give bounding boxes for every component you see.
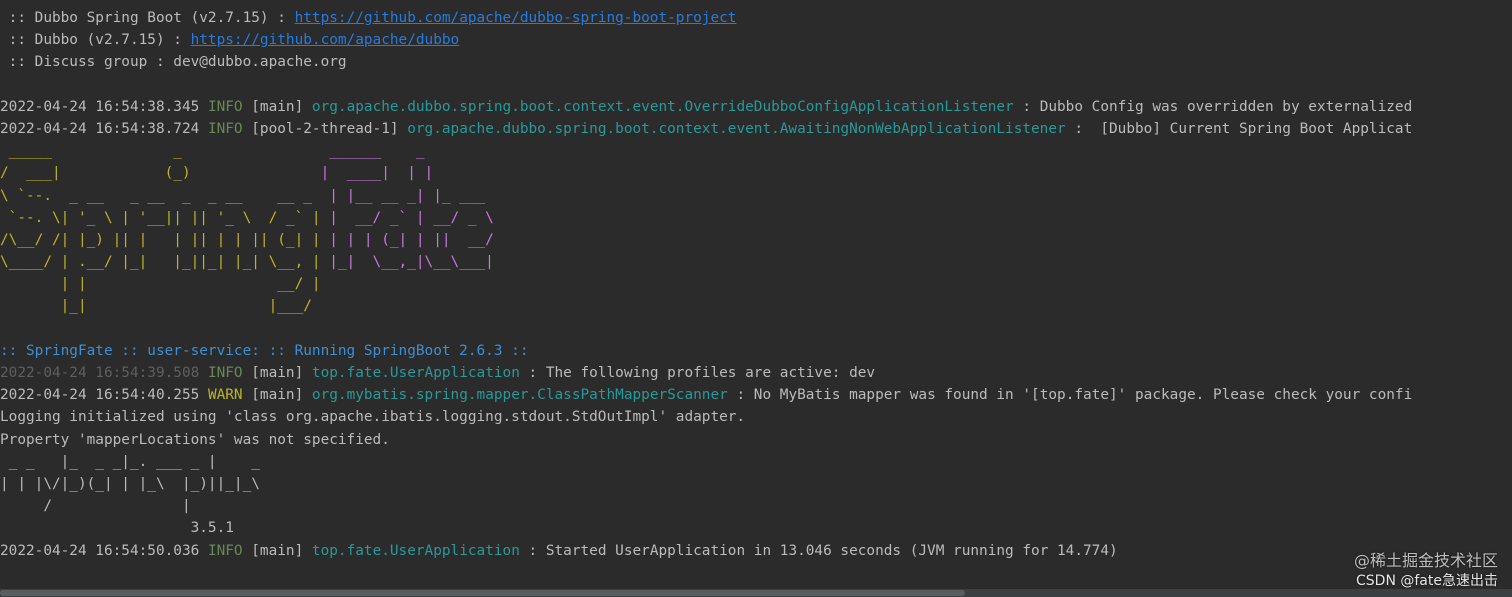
console-text: 2022-04-24 16:54:39.508	[0, 365, 208, 381]
console-text: [pool-2-thread-1]	[251, 120, 408, 137]
console-text: | | |\/|_)(_| | |_\ |_)||_|_\	[0, 475, 260, 492]
console-text: top.fate.UserApplication	[311, 542, 520, 559]
console-text: |_| \__,_|\__\___|	[329, 254, 494, 271]
console-line: `--. \| '_ \ | '__|| || '_ \ / _` | | __…	[0, 207, 1512, 229]
console-line: :: Dubbo Spring Boot (v2.7.15) : https:/…	[0, 7, 1512, 29]
console-output[interactable]: :: Dubbo Spring Boot (v2.7.15) : https:/…	[0, 7, 1512, 587]
console-text: Property 'mapperLocations' was not speci…	[0, 431, 390, 448]
console-line: / |	[0, 495, 1512, 517]
console-line: | | |\/|_)(_| | |_\ |_)||_|_\	[0, 473, 1512, 495]
console-text: 2022-04-24 16:54:38.724	[0, 120, 208, 137]
console-text: : Dubbo Config was overridden by externa…	[1013, 98, 1413, 115]
console-text: 2022-04-24 16:54:50.036	[0, 542, 208, 559]
console-text: | | __/ |	[0, 276, 321, 293]
console-link[interactable]: https://github.com/apache/dubbo	[191, 32, 460, 48]
console-line: |_| |___/	[0, 295, 1512, 317]
console-text: | ____| | |	[320, 165, 434, 182]
console-text: WARN	[207, 387, 252, 404]
console-line: 2022-04-24 16:54:38.724 INFO [pool-2-thr…	[0, 118, 1512, 140]
console-text: 3.5.1	[0, 520, 234, 537]
console-text: Logging initialized using 'class org.apa…	[0, 409, 746, 426]
console-text: :: Discuss group : dev@dubbo.apache.org	[0, 54, 347, 71]
console-text: : No MyBatis mapper was found in '[top.f…	[727, 387, 1413, 404]
console-line: :: Dubbo (v2.7.15) : https://github.com/…	[0, 29, 1512, 51]
console-text: INFO	[207, 98, 252, 115]
console-line: 3.5.1	[0, 517, 1512, 539]
console-line: 2022-04-24 16:54:40.255 WARN [main] org.…	[0, 384, 1512, 406]
console-line: :: Discuss group : dev@dubbo.apache.org	[0, 51, 1512, 73]
console-text: org.apache.dubbo.spring.boot.context.eve…	[311, 98, 1014, 115]
horizontal-scrollbar[interactable]	[0, 589, 1512, 597]
watermark-site: @稀土掘金技术社区	[1353, 551, 1498, 570]
console-text: 2022-04-24 16:54:38.345	[0, 98, 208, 115]
console-line: :: SpringFate :: user-service: :: Runnin…	[0, 340, 1512, 362]
console-text: top.fate.UserApplication	[311, 365, 520, 381]
console-text: INFO	[207, 365, 252, 381]
console-line: \____/ | .__/ |_| |_||_| |_| \__, | |_| …	[0, 251, 1512, 273]
console-line: 2022-04-24 16:54:39.508 INFO [main] top.…	[0, 362, 1512, 384]
console-text: :: Dubbo (v2.7.15) :	[0, 32, 191, 49]
console-line: \ `--. _ __ _ __ _ _ __ __ _ | |__ __ _|…	[0, 185, 1512, 207]
console-text: _____ _	[0, 143, 321, 160]
console-text: INFO	[207, 542, 252, 559]
console-line: Property 'mapperLocations' was not speci…	[0, 429, 1512, 451]
console-text: [main]	[251, 365, 312, 381]
console-text: [main]	[251, 98, 312, 115]
console-text: | |__ __ _| |_ ___	[329, 187, 486, 204]
console-line: _ _ |_ _ _|_. ___ _ | _	[0, 451, 1512, 473]
console-text: [main]	[251, 387, 312, 404]
console-text: ______ _	[320, 143, 425, 160]
console-text: /\__/ /| |_) || | | || | | || (_| |	[0, 231, 330, 248]
console-line: Logging initialized using 'class org.apa…	[0, 406, 1512, 428]
console-link[interactable]: https://github.com/apache/dubbo-spring-b…	[295, 10, 737, 26]
console-text: |_| |___/	[0, 298, 312, 315]
console-text: : [Dubbo] Current Spring Boot Applicat	[1065, 120, 1413, 137]
console-text: org.apache.dubbo.spring.boot.context.eve…	[407, 120, 1066, 137]
console-text: _ _ |_ _ _|_. ___ _ | _	[0, 453, 260, 470]
console-text: :: SpringFate :: user-service: :: Runnin…	[0, 342, 529, 359]
console-text: \ `--. _ __ _ __ _ _ __ __ _	[0, 187, 330, 204]
watermark: @稀土掘金技术社区 CSDN @fate急速出击	[1354, 551, 1498, 591]
watermark-author: CSDN @fate急速出击	[1356, 573, 1498, 589]
console-text: :: Dubbo Spring Boot (v2.7.15) :	[0, 10, 295, 26]
console-text: 2022-04-24 16:54:40.255	[0, 387, 208, 404]
console-text: : The following profiles are active: dev	[519, 365, 876, 381]
scrollbar-thumb[interactable]	[0, 590, 965, 596]
console-text: / |	[0, 498, 191, 515]
console-line: _____ _ ______ _	[0, 140, 1512, 162]
console-text: \____/ | .__/ |_| |_||_| |_| \__, |	[0, 254, 330, 271]
console-line: 2022-04-24 16:54:50.036 INFO [main] top.…	[0, 540, 1512, 562]
console-text: / ___| (_)	[0, 165, 321, 182]
console-text: : Started UserApplication in 13.046 seco…	[519, 542, 1118, 559]
console-text: | __/ _` | __/ _ \	[329, 209, 494, 226]
console-text: [main]	[251, 542, 312, 559]
console-line: / ___| (_) | ____| | |	[0, 162, 1512, 184]
console-line: /\__/ /| |_) || | | || | | || (_| | | | …	[0, 229, 1512, 251]
console-line: | | __/ |	[0, 273, 1512, 295]
console-text: org.mybatis.spring.mapper.ClassPathMappe…	[311, 387, 728, 404]
console-line: 2022-04-24 16:54:38.345 INFO [main] org.…	[0, 96, 1512, 118]
console-text: `--. \| '_ \ | '__|| || '_ \ / _` |	[0, 209, 330, 226]
console-text: INFO	[207, 120, 252, 137]
console-text: | | | (_| | || __/	[329, 231, 494, 248]
